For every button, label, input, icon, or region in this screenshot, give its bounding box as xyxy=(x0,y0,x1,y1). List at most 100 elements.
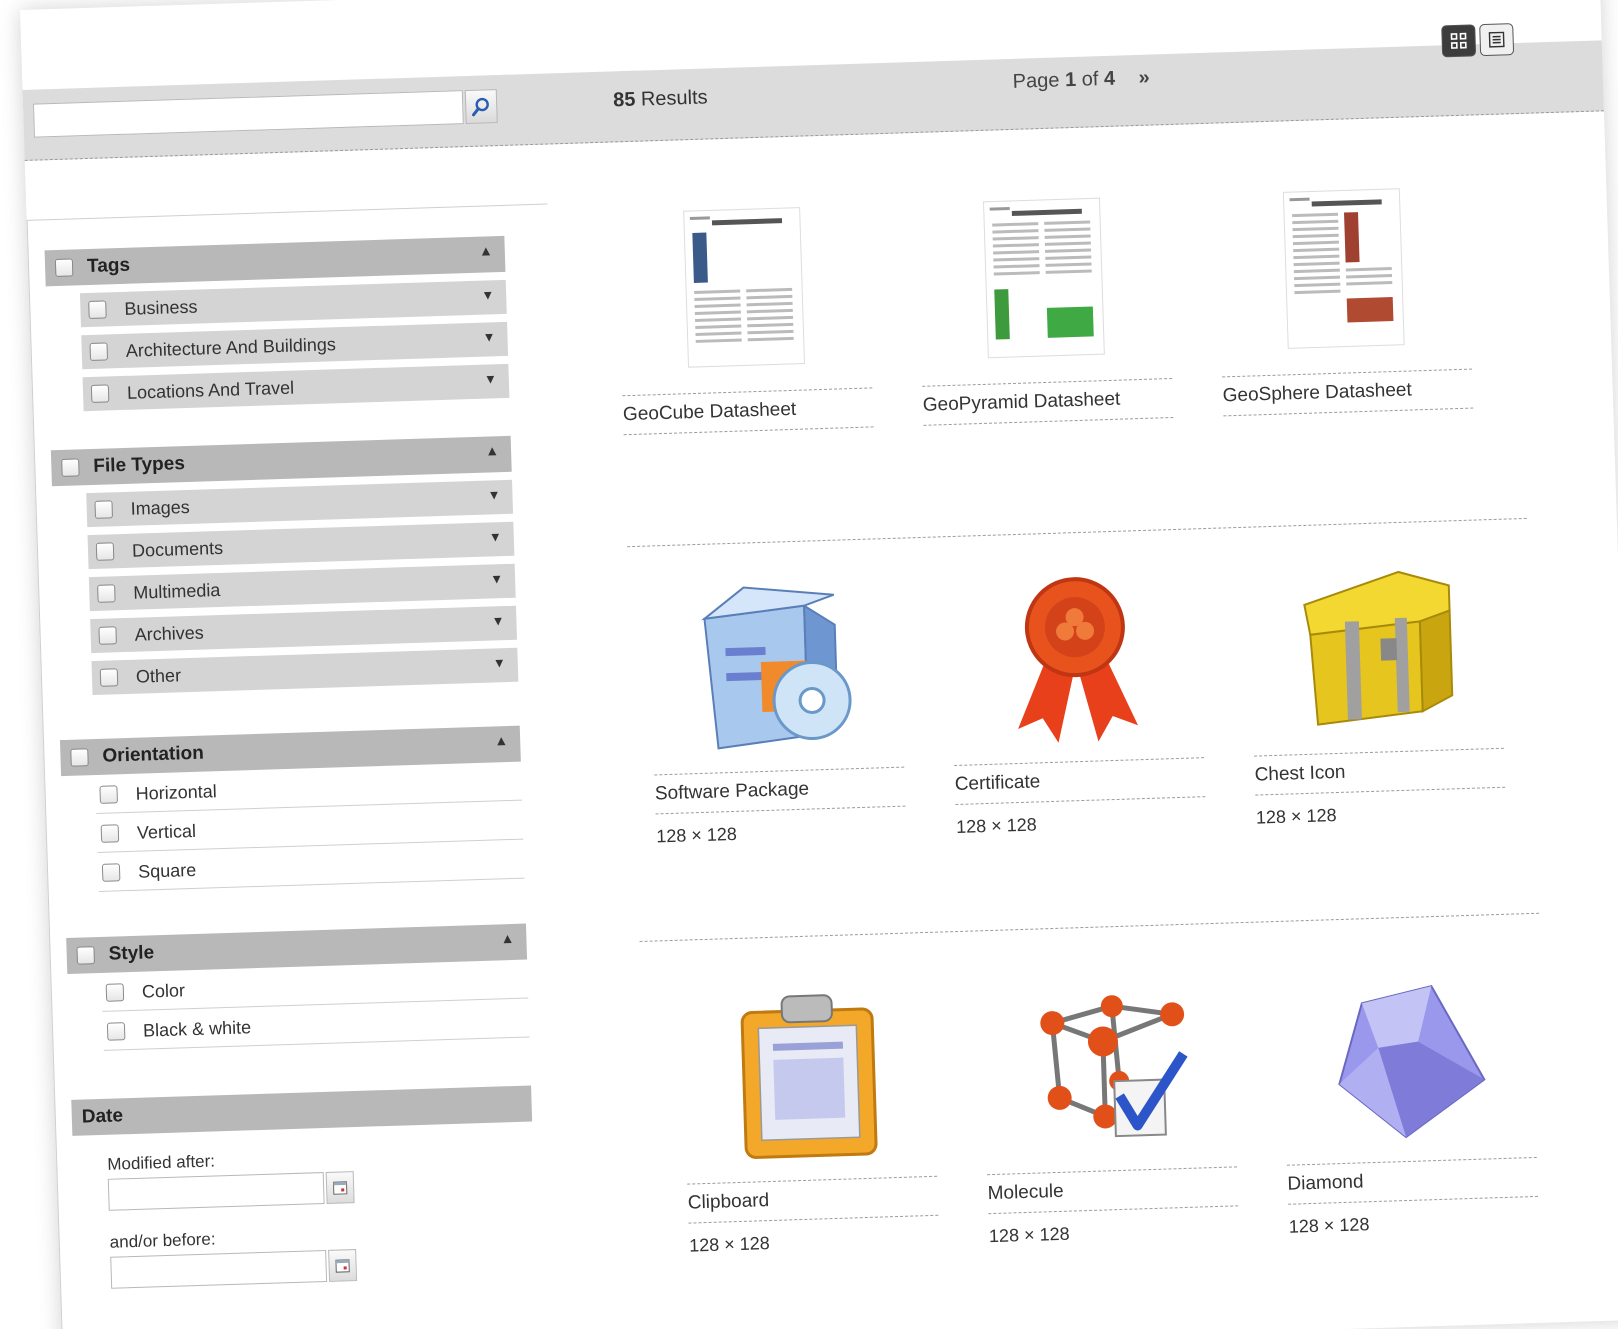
checkbox[interactable] xyxy=(99,785,118,804)
results-count: 85 Results xyxy=(613,86,708,112)
checkbox[interactable] xyxy=(95,542,115,561)
checkbox[interactable] xyxy=(105,983,125,1002)
checkbox[interactable] xyxy=(88,300,107,319)
results-row: Clipboard 128 × 128 Molecule 128 × 128 D… xyxy=(641,963,1552,1329)
thumbnail xyxy=(648,573,904,761)
checkbox[interactable] xyxy=(76,946,96,965)
collapse-arrow-icon[interactable]: ▲ xyxy=(494,732,508,748)
filter-item[interactable]: Archives ▼ xyxy=(90,605,518,654)
collapse-arrow-icon[interactable]: ▲ xyxy=(500,930,514,946)
checkbox[interactable] xyxy=(100,824,120,843)
search-input[interactable] xyxy=(32,90,464,138)
checkbox[interactable] xyxy=(98,626,117,645)
filter-item[interactable]: Images ▼ xyxy=(86,479,514,528)
modified-after-input[interactable] xyxy=(107,1172,325,1211)
filter-group-header: Date xyxy=(71,1085,533,1136)
collapse-arrow-icon[interactable]: ▲ xyxy=(485,442,499,458)
checkbox[interactable] xyxy=(99,668,119,687)
result-card[interactable]: GeoCube Datasheet xyxy=(616,194,874,436)
page-current: 1 xyxy=(1064,68,1077,92)
filter-item[interactable]: Business ▼ xyxy=(79,279,507,328)
modified-after-field xyxy=(107,1171,355,1213)
result-card[interactable]: GeoSphere Datasheet xyxy=(1216,175,1474,417)
filter-item[interactable]: Documents ▼ xyxy=(87,521,515,570)
filter-item[interactable]: Architecture And Buildings ▼ xyxy=(81,321,509,370)
calendar-icon xyxy=(335,1259,350,1273)
result-card[interactable]: Diamond 128 × 128 xyxy=(1281,963,1539,1238)
checkbox[interactable] xyxy=(89,342,109,361)
expand-arrow-icon[interactable]: ▼ xyxy=(493,655,506,670)
item-name: GeoSphere Datasheet xyxy=(1222,368,1474,417)
result-card[interactable]: Clipboard 128 × 128 xyxy=(681,982,939,1257)
expand-arrow-icon[interactable]: ▼ xyxy=(484,371,497,386)
checkbox[interactable] xyxy=(94,500,114,519)
search-button[interactable] xyxy=(464,89,498,125)
result-card[interactable]: GeoPyramid Datasheet xyxy=(916,184,1174,426)
checkbox[interactable] xyxy=(90,384,110,403)
calendar-button[interactable] xyxy=(328,1249,358,1282)
item-name: Chest Icon xyxy=(1254,747,1506,796)
modified-before-field xyxy=(110,1249,358,1291)
filter-item-label: Horizontal xyxy=(135,780,217,804)
filter-item-label: Black & white xyxy=(142,1016,252,1041)
checkbox[interactable] xyxy=(106,1022,126,1041)
filter-item[interactable]: Locations And Travel ▼ xyxy=(82,363,510,412)
filter-item-label: Locations And Travel xyxy=(126,377,295,403)
checkbox[interactable] xyxy=(97,584,116,603)
expand-arrow-icon[interactable]: ▼ xyxy=(489,529,502,544)
modified-before-label: and/or before: xyxy=(109,1229,216,1252)
results-label: Results xyxy=(640,86,708,111)
toolbar: 85 Results Page 1 of 4 » xyxy=(22,23,1604,161)
expand-arrow-icon[interactable]: ▼ xyxy=(481,287,494,302)
grid-view-button[interactable] xyxy=(1441,24,1477,58)
diamond-icon xyxy=(1338,984,1486,1139)
checkbox[interactable] xyxy=(70,748,89,767)
app-panel: 85 Results Page 1 of 4 » Tags ▲ Business… xyxy=(20,0,1618,1329)
thumbnail xyxy=(916,184,1172,372)
thumbnail xyxy=(948,563,1204,751)
checkbox[interactable] xyxy=(61,458,80,477)
group-title: File Types xyxy=(93,453,186,477)
filter-item-label: Archives xyxy=(134,622,204,645)
calendar-icon xyxy=(332,1181,348,1195)
calendar-button[interactable] xyxy=(325,1171,355,1204)
filter-group-date: Date Modified after: and/or before: xyxy=(71,1085,537,1291)
group-title: Orientation xyxy=(102,742,205,767)
grid-icon xyxy=(1450,32,1467,49)
document-icon xyxy=(1282,188,1405,349)
thumbnail xyxy=(1281,963,1537,1151)
filter-group-header[interactable]: Tags ▲ xyxy=(44,235,506,287)
expand-arrow-icon[interactable]: ▼ xyxy=(487,487,500,502)
result-card[interactable]: Software Package 128 × 128 xyxy=(648,573,906,848)
expand-arrow-icon[interactable]: ▼ xyxy=(490,571,503,586)
list-icon xyxy=(1488,31,1505,48)
list-view-button[interactable] xyxy=(1479,23,1515,57)
results-row: GeoCube Datasheet GeoPyramid Datasheet G… xyxy=(616,173,1527,571)
group-title: Tags xyxy=(86,254,131,278)
checkbox[interactable] xyxy=(101,863,121,882)
filter-item-label: Other xyxy=(135,664,182,687)
pagination: Page 1 of 4 » xyxy=(1012,67,1150,94)
filter-group-tags: Tags ▲ Business ▼ Architecture And Buildi… xyxy=(44,235,510,412)
item-size: 128 × 128 xyxy=(988,1223,1070,1247)
filter-item[interactable]: Multimedia ▼ xyxy=(88,563,516,612)
results-row: Software Package 128 × 128 Certificate 1… xyxy=(628,553,1539,951)
result-card[interactable]: Chest Icon 128 × 128 xyxy=(1248,554,1506,829)
result-card[interactable]: Certificate 128 × 128 xyxy=(948,563,1206,838)
certificate-icon xyxy=(1018,577,1139,743)
item-name: GeoPyramid Datasheet xyxy=(922,377,1174,426)
expand-arrow-icon[interactable]: ▼ xyxy=(482,329,495,344)
expand-arrow-icon[interactable]: ▼ xyxy=(491,613,504,628)
result-card[interactable]: Molecule 128 × 128 xyxy=(981,972,1239,1247)
modified-before-input[interactable] xyxy=(110,1249,328,1289)
filter-item-label: Architecture And Buildings xyxy=(125,333,337,361)
filter-item[interactable]: Other ▼ xyxy=(91,647,519,696)
filter-group-header[interactable]: File Types ▲ xyxy=(50,435,512,487)
next-page-button[interactable]: » xyxy=(1138,67,1150,89)
search-icon xyxy=(472,97,489,117)
filter-item-label: Vertical xyxy=(136,820,197,843)
checkbox[interactable] xyxy=(54,258,74,278)
filter-item-label: Images xyxy=(130,496,191,519)
collapse-arrow-icon[interactable]: ▲ xyxy=(479,242,493,258)
page-prefix: Page xyxy=(1012,69,1060,93)
